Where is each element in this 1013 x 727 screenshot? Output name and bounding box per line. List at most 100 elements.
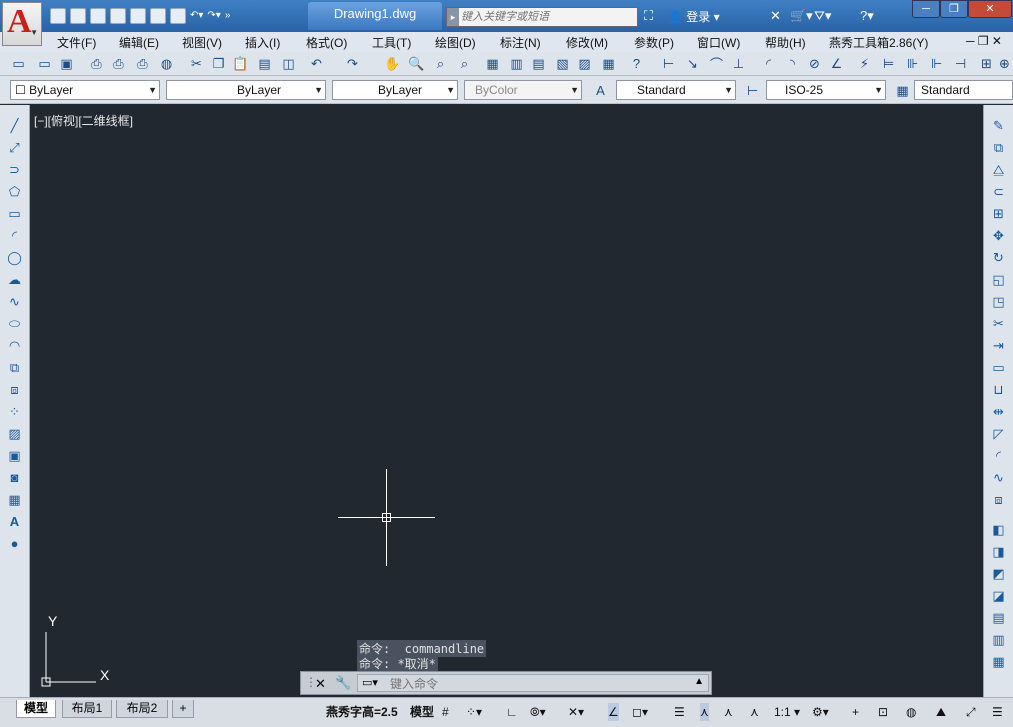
jogged-dim-icon[interactable]: ◝ bbox=[784, 55, 801, 72]
menu-help[interactable]: 帮助(H) bbox=[765, 34, 806, 51]
minimize-button[interactable]: ─ bbox=[912, 0, 940, 18]
chevron-right-icon[interactable]: ▸ bbox=[447, 8, 459, 26]
join-icon[interactable]: ⇹ bbox=[990, 403, 1007, 420]
layer-select[interactable]: ☐ ByLayer ▼ bbox=[10, 80, 160, 100]
draw-order-icon[interactable]: ▦ bbox=[990, 653, 1007, 670]
help-icon[interactable]: ? bbox=[628, 55, 645, 72]
extend-icon[interactable]: ⇥ bbox=[990, 337, 1007, 354]
add-layout-icon[interactable]: + bbox=[172, 700, 194, 718]
command-input-box[interactable]: ▭▾ ▲ bbox=[357, 674, 709, 692]
sheet-set-icon[interactable]: ▧ bbox=[554, 55, 571, 72]
make-block-icon[interactable]: ⧈ bbox=[6, 381, 23, 398]
block-editor-icon[interactable]: ◫ bbox=[280, 55, 297, 72]
model-space-button[interactable]: 模型 bbox=[410, 703, 434, 721]
graphics-icon[interactable]: ⛰ bbox=[936, 703, 946, 721]
tab-layout1[interactable]: 布局1 bbox=[62, 700, 112, 718]
table-icon[interactable]: ▦ bbox=[6, 491, 23, 508]
command-prompt-icon[interactable]: ▭▾ bbox=[362, 676, 378, 689]
baseline-dim-icon[interactable]: ⊨ bbox=[880, 55, 897, 72]
array-icon[interactable]: ⊞ bbox=[990, 205, 1007, 222]
preview-icon[interactable]: ⎙ bbox=[110, 55, 127, 72]
new-icon[interactable]: ▭ bbox=[10, 55, 27, 72]
revcloud-icon[interactable]: ☁ bbox=[6, 271, 23, 288]
menu-dimension[interactable]: 标注(N) bbox=[500, 34, 541, 51]
undo-icon[interactable]: ↶ bbox=[308, 55, 325, 72]
menu-edit[interactable]: 编辑(E) bbox=[119, 34, 159, 51]
more-icon[interactable]: » bbox=[225, 8, 231, 26]
polar-icon[interactable]: ⦾▾ bbox=[530, 703, 546, 721]
arc-length-icon[interactable]: ⌒ bbox=[708, 55, 725, 72]
polygon-icon[interactable]: ⬠ bbox=[6, 183, 23, 200]
zoom-previous-icon[interactable]: ⌕ bbox=[456, 55, 473, 72]
dim-break-icon[interactable]: ⊣ bbox=[952, 55, 969, 72]
plus-icon[interactable]: + bbox=[852, 703, 859, 721]
publish-icon[interactable]: ⎙ bbox=[134, 55, 151, 72]
hatch-back-icon[interactable]: ▥ bbox=[990, 631, 1007, 648]
cut-icon[interactable]: ✂ bbox=[188, 55, 205, 72]
osnap-icon[interactable]: ∠ bbox=[608, 703, 619, 721]
isolate-icon[interactable]: ◍ bbox=[906, 703, 916, 721]
aligned-dim-icon[interactable]: ↘ bbox=[684, 55, 701, 72]
erase-icon[interactable]: ✎ bbox=[990, 117, 1007, 134]
search-input[interactable] bbox=[461, 9, 633, 25]
center-mark-icon[interactable]: ⊕ bbox=[996, 55, 1013, 72]
break-at-point-icon[interactable]: ▭ bbox=[990, 359, 1007, 376]
insert-block-icon[interactable]: ⧉ bbox=[6, 359, 23, 376]
markup-icon[interactable]: ▨ bbox=[576, 55, 593, 72]
send-under-icon[interactable]: ◪ bbox=[990, 587, 1007, 604]
dim-style-icon[interactable]: ⊢ bbox=[744, 82, 761, 99]
viewport-controls[interactable]: [−][俯视][二维线框] bbox=[34, 112, 133, 129]
a360-icon[interactable]: ⛛▾ bbox=[814, 8, 831, 26]
move-icon[interactable]: ✥ bbox=[990, 227, 1007, 244]
diameter-dim-icon[interactable]: ⊘ bbox=[806, 55, 823, 72]
continue-dim-icon[interactable]: ⊪ bbox=[904, 55, 921, 72]
app-menu-button[interactable]: A ▼ bbox=[2, 2, 42, 46]
menu-yanxiu[interactable]: 燕秀工具箱2.86(Y) bbox=[829, 34, 928, 51]
maximize-button[interactable]: ❐ bbox=[940, 0, 968, 18]
save-as-icon[interactable] bbox=[110, 8, 126, 24]
ellipse-icon[interactable]: ⬭ bbox=[6, 315, 23, 332]
fillet-icon[interactable]: ◜ bbox=[990, 447, 1007, 464]
chamfer-icon[interactable]: ◸ bbox=[990, 425, 1007, 442]
mirror-icon[interactable]: ⧋ bbox=[990, 161, 1007, 178]
doc-window-controls[interactable]: ─ ❐ ✕ bbox=[966, 34, 1002, 48]
3d-dwf-icon[interactable]: ◍ bbox=[158, 55, 175, 72]
scale-icon[interactable]: ◱ bbox=[990, 271, 1007, 288]
chevron-up-icon[interactable]: ▲ bbox=[694, 676, 704, 687]
exchange-icon[interactable]: ✕ bbox=[770, 8, 781, 26]
hatch-icon[interactable]: ▨ bbox=[6, 425, 23, 442]
dim-style-select[interactable]: ISO-25 ▼ bbox=[766, 80, 886, 100]
properties-icon[interactable]: ▦ bbox=[484, 55, 501, 72]
binoculars-icon[interactable]: ⛶ bbox=[644, 8, 653, 26]
mtext-icon[interactable]: A bbox=[6, 513, 23, 530]
spline-icon[interactable]: ∿ bbox=[6, 293, 23, 310]
radius-dim-icon[interactable]: ◜ bbox=[760, 55, 777, 72]
trim-icon[interactable]: ✂ bbox=[990, 315, 1007, 332]
arc-icon[interactable]: ◜ bbox=[6, 227, 23, 244]
annotation-scale-icon[interactable]: ⋏ bbox=[750, 703, 759, 721]
gradient-icon[interactable]: ▣ bbox=[6, 447, 23, 464]
color-select[interactable]: ByColor ▼ bbox=[464, 80, 582, 100]
menu-format[interactable]: 格式(O) bbox=[306, 34, 347, 51]
undo-icon[interactable]: ↶▾ bbox=[190, 8, 203, 26]
open-icon[interactable]: ▭ bbox=[36, 55, 53, 72]
angular-dim-icon[interactable]: ∠ bbox=[828, 55, 845, 72]
rotate-icon[interactable]: ↻ bbox=[990, 249, 1007, 266]
annotation-visibility-icon[interactable]: ⋏ bbox=[700, 703, 709, 721]
menu-insert[interactable]: 插入(I) bbox=[245, 34, 280, 51]
zoom-realtime-icon[interactable]: 🔍 bbox=[408, 55, 425, 72]
open-icon[interactable] bbox=[70, 8, 86, 24]
close-button[interactable]: ✕ bbox=[968, 0, 1012, 18]
auto-scale-icon[interactable]: ⋏ bbox=[724, 703, 733, 721]
gear-icon[interactable]: ⚙▾ bbox=[812, 703, 829, 721]
menu-tools[interactable]: 工具(T) bbox=[372, 34, 411, 51]
copy-icon[interactable]: ❐ bbox=[210, 55, 227, 72]
point-icon[interactable]: ⁘ bbox=[6, 403, 23, 420]
redo-icon[interactable]: ↷ bbox=[344, 55, 361, 72]
stretch-icon[interactable]: ◳ bbox=[990, 293, 1007, 310]
fullscreen-icon[interactable]: ⤢ bbox=[966, 703, 976, 721]
redo-icon[interactable]: ↷▾ bbox=[207, 8, 220, 26]
text-front-icon[interactable]: ▤ bbox=[990, 609, 1007, 626]
blend-icon[interactable]: ∿ bbox=[990, 469, 1007, 486]
menu-draw[interactable]: 绘图(D) bbox=[435, 34, 476, 51]
